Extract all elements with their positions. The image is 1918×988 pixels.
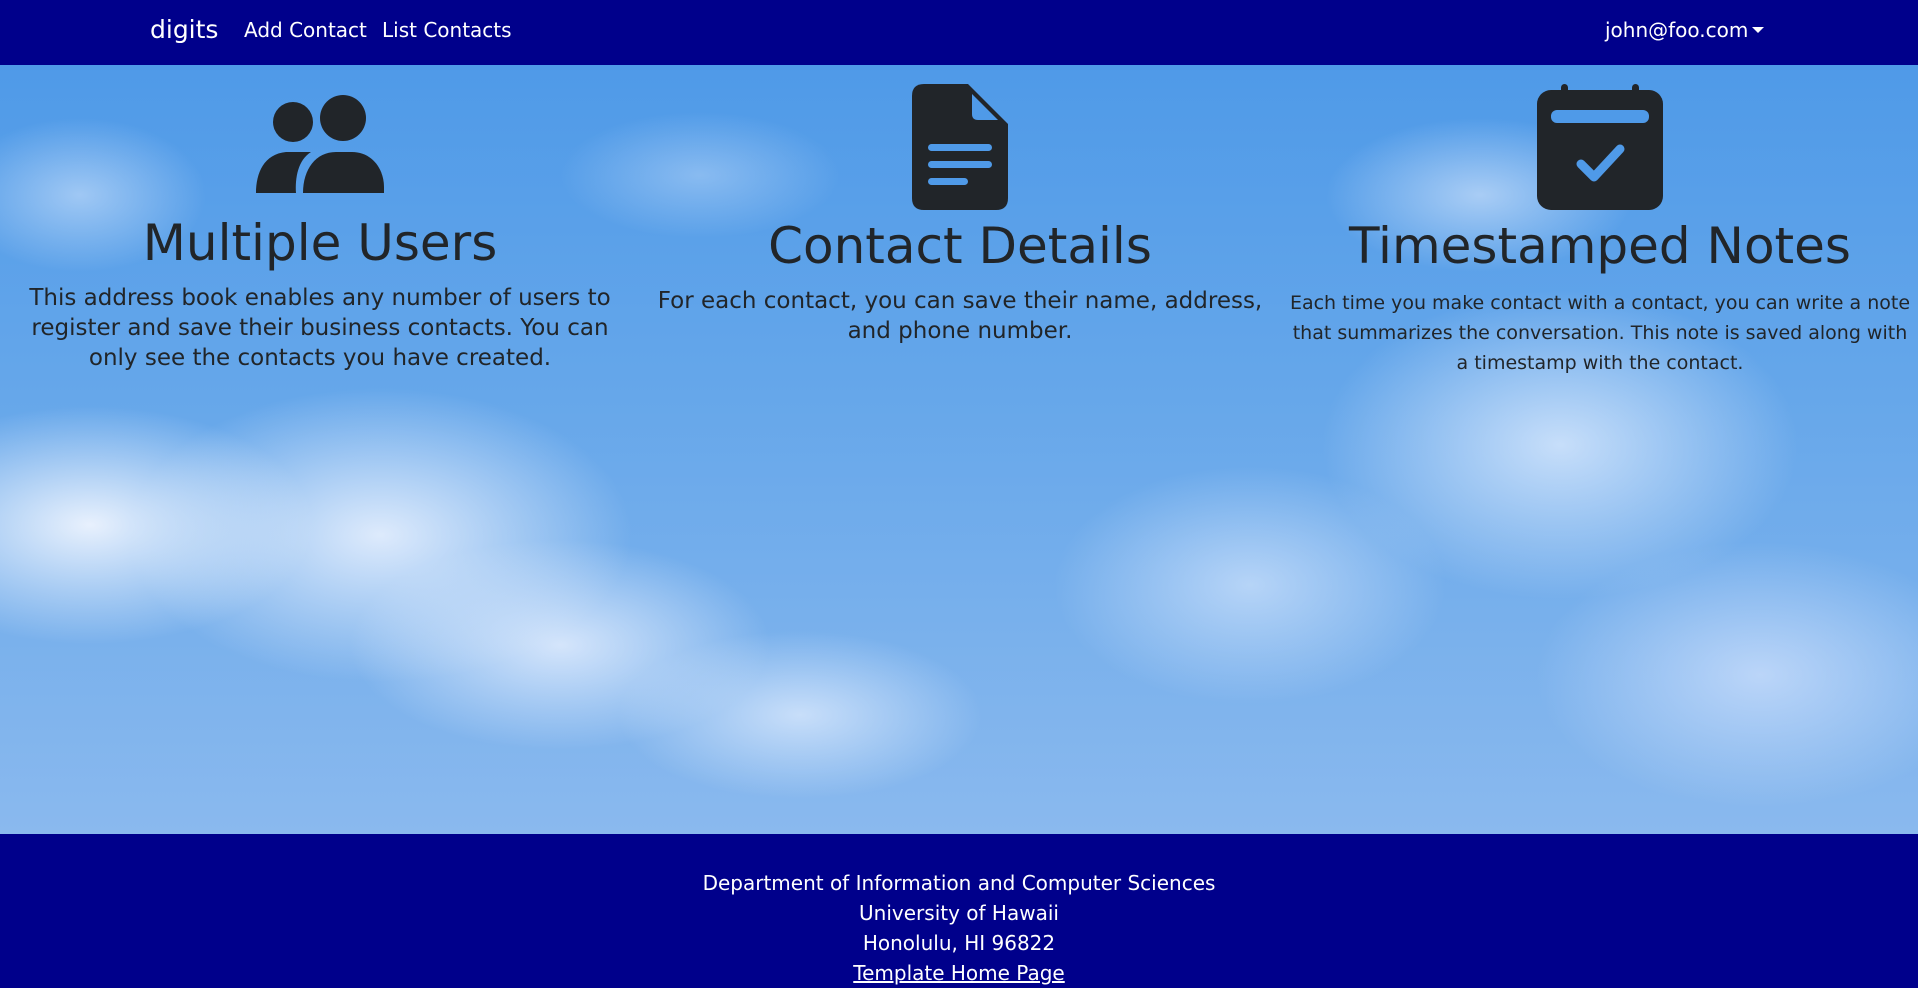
feature-title: Multiple Users	[142, 214, 498, 272]
footer-department: Department of Information and Computer S…	[702, 871, 1216, 895]
list-contacts-link[interactable]: List Contacts	[382, 18, 512, 42]
caret-down-icon	[1752, 27, 1765, 33]
brand-link[interactable]: digits	[150, 15, 218, 44]
users-icon	[256, 95, 384, 193]
user-email: john@foo.com	[1605, 18, 1749, 42]
add-contact-link[interactable]: Add Contact	[244, 18, 367, 42]
calendar-check-icon	[1537, 84, 1663, 210]
footer-university: University of Hawaii	[859, 901, 1059, 925]
footer-address: Department of Information and Computer S…	[0, 834, 1918, 988]
feature-title: Timestamped Notes	[1349, 217, 1851, 275]
feature-description: This address book enables any number of …	[29, 285, 611, 371]
template-home-link[interactable]: Template Home Page	[853, 961, 1064, 985]
document-icon	[912, 84, 1008, 210]
footer-city: Honolulu, HI 96822	[862, 931, 1056, 955]
user-dropdown[interactable]: john@foo.com	[1605, 18, 1765, 42]
top-navbar: digits Add Contact List Contacts john@fo…	[0, 0, 1918, 65]
feature-timestamped-notes: Timestamped Notes Each time you make con…	[1280, 65, 1918, 378]
feature-description: For each contact, you can save their nam…	[657, 288, 1263, 344]
feature-multiple-users: Multiple Users This address book enables…	[0, 65, 640, 373]
feature-description: Each time you make contact with a contac…	[1289, 292, 1911, 374]
footer: Department of Information and Computer S…	[0, 834, 1918, 988]
feature-contact-details: Contact Details For each contact, you ca…	[640, 65, 1280, 346]
feature-title: Contact Details	[768, 217, 1152, 275]
landing-hero: Multiple Users This address book enables…	[0, 65, 1918, 834]
